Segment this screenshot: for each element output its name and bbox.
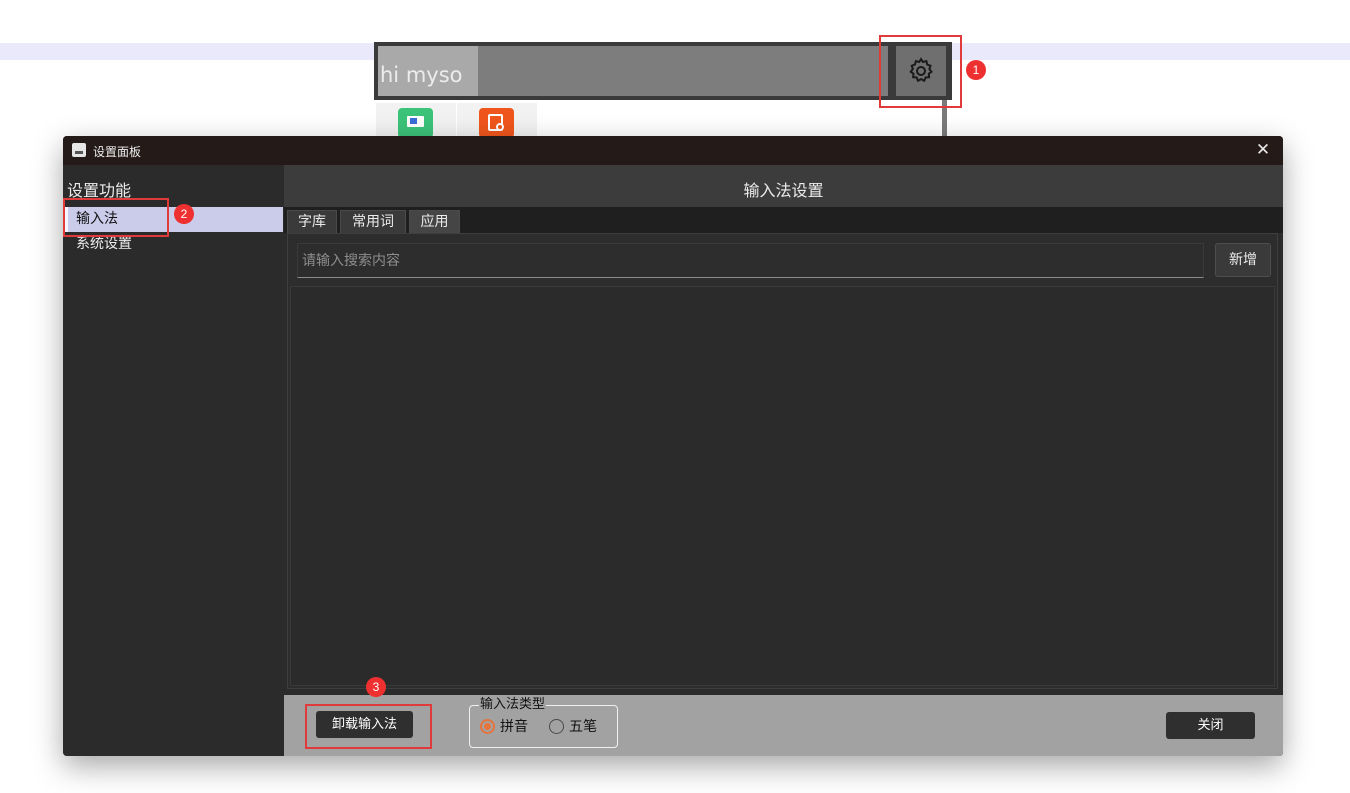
add-button[interactable]: 新增 bbox=[1215, 243, 1271, 277]
radio-wubi[interactable] bbox=[549, 719, 564, 734]
annotation-badge-3: 3 bbox=[366, 677, 386, 697]
ime-type-legend: 输入法类型 bbox=[479, 697, 547, 713]
settings-window: 设置面板 ✕ 设置功能 输入法 系统设置 输入法设置 字库 常用词 应用 新增 … bbox=[63, 136, 1283, 756]
radio-pinyin-label[interactable]: 拼音 bbox=[500, 719, 528, 735]
monitor-app-icon bbox=[398, 108, 433, 138]
tab-dictionary[interactable]: 字库 bbox=[287, 210, 337, 233]
annotation-badge-2: 2 bbox=[174, 204, 194, 224]
search-input[interactable] bbox=[297, 243, 1204, 278]
radio-wubi-label[interactable]: 五笔 bbox=[569, 719, 597, 735]
app-tile-monitor[interactable] bbox=[376, 103, 456, 138]
tab-common-words[interactable]: 常用词 bbox=[340, 210, 406, 233]
annotation-badge-1: 1 bbox=[966, 60, 986, 80]
ime-type-group: 输入法类型 拼音 五笔 bbox=[469, 697, 618, 748]
close-button[interactable]: 关闭 bbox=[1166, 712, 1255, 739]
search-doc-app-icon bbox=[479, 108, 514, 138]
ime-floating-bar: hi myso bbox=[374, 42, 952, 100]
footer-bar: 卸载输入法 输入法类型 拼音 五笔 关闭 bbox=[284, 695, 1283, 756]
ime-input-field[interactable]: hi myso bbox=[378, 46, 888, 96]
tab-bar: 字库 常用词 应用 bbox=[284, 207, 1283, 233]
app-logo-icon bbox=[72, 143, 86, 157]
ime-input-text: hi myso bbox=[380, 63, 463, 87]
annotation-box-2 bbox=[63, 198, 169, 237]
annotation-box-1 bbox=[879, 35, 962, 108]
main-content: 输入法设置 字库 常用词 应用 新增 卸载输入法 输入法类型 拼音 五笔 关闭 bbox=[284, 165, 1283, 756]
tab-applications[interactable]: 应用 bbox=[409, 210, 460, 233]
window-close-button[interactable]: ✕ bbox=[1251, 138, 1275, 162]
window-titlebar: 设置面板 ✕ bbox=[63, 136, 1283, 165]
annotation-box-3 bbox=[305, 704, 432, 749]
settings-sidebar: 设置功能 输入法 系统设置 bbox=[63, 165, 285, 756]
radio-pinyin[interactable] bbox=[480, 719, 495, 734]
content-list bbox=[290, 286, 1275, 686]
tab-panel: 新增 bbox=[287, 233, 1278, 689]
window-title: 设置面板 bbox=[93, 145, 142, 159]
app-tile-search-doc[interactable] bbox=[457, 103, 537, 138]
close-icon: ✕ bbox=[1255, 140, 1271, 160]
page-title: 输入法设置 bbox=[743, 181, 824, 200]
main-header: 输入法设置 bbox=[284, 165, 1283, 207]
